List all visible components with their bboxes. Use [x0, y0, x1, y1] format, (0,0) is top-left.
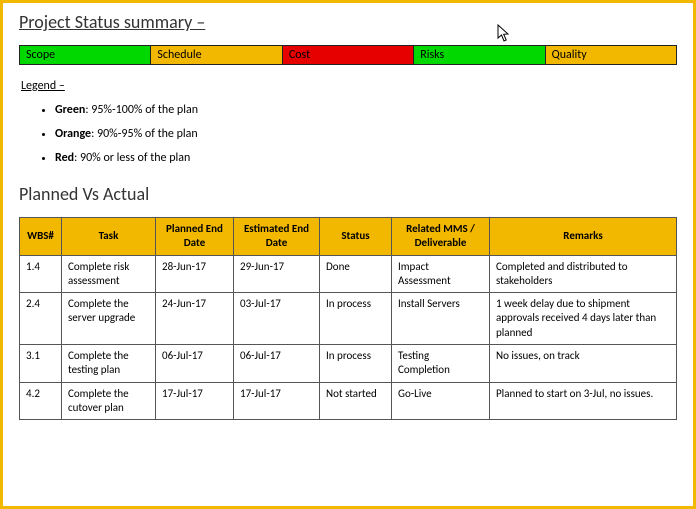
cell-status: In process	[320, 345, 392, 383]
status-bar: ScopeScheduleCostRisksQuality	[19, 45, 677, 65]
cell-task: Complete the cutover plan	[62, 382, 156, 420]
cell-planned: 28-Jun-17	[156, 255, 234, 293]
cell-mms: Go-Live	[392, 382, 490, 420]
planned-vs-actual-table: WBS#TaskPlanned End DateEstimated End Da…	[19, 217, 677, 420]
table-row: 1.4Complete risk assessment28-Jun-1729-J…	[20, 255, 677, 293]
table-row: 2.4Complete the server upgrade24-Jun-170…	[20, 293, 677, 345]
status-cell-schedule: Schedule	[151, 46, 282, 64]
table-row: 3.1Complete the testing plan06-Jul-1706-…	[20, 345, 677, 383]
cell-mms: Testing Completion	[392, 345, 490, 383]
cell-estimated: 03-Jul-17	[234, 293, 320, 345]
table-header: Remarks	[490, 218, 677, 256]
cell-planned: 06-Jul-17	[156, 345, 234, 383]
cell-wbs: 1.4	[20, 255, 62, 293]
cell-remarks: 1 week delay due to shipment approvals r…	[490, 293, 677, 345]
table-row: 4.2Complete the cutover plan17-Jul-1717-…	[20, 382, 677, 420]
cell-estimated: 29-Jun-17	[234, 255, 320, 293]
table-header: WBS#	[20, 218, 62, 256]
table-header: Related MMS / Deliverable	[392, 218, 490, 256]
cell-remarks: Completed and distributed to stakeholder…	[490, 255, 677, 293]
status-cell-quality: Quality	[546, 46, 676, 64]
cell-wbs: 2.4	[20, 293, 62, 345]
cell-estimated: 17-Jul-17	[234, 382, 320, 420]
cell-status: Not started	[320, 382, 392, 420]
planned-vs-actual-title: Planned Vs Actual	[19, 183, 677, 205]
cell-task: Complete the testing plan	[62, 345, 156, 383]
legend-list: Green: 95%-100% of the plan Orange: 90%-9…	[19, 103, 677, 165]
table-header: Task	[62, 218, 156, 256]
table-header: Status	[320, 218, 392, 256]
status-cell-scope: Scope	[20, 46, 151, 64]
cell-task: Complete the server upgrade	[62, 293, 156, 345]
cell-status: Done	[320, 255, 392, 293]
legend-item: Green: 95%-100% of the plan	[55, 103, 677, 117]
table-header-row: WBS#TaskPlanned End DateEstimated End Da…	[20, 218, 677, 256]
status-cell-risks: Risks	[414, 46, 545, 64]
legend-item: Orange: 90%-95% of the plan	[55, 127, 677, 141]
table-header: Estimated End Date	[234, 218, 320, 256]
cell-task: Complete risk assessment	[62, 255, 156, 293]
cell-planned: 17-Jul-17	[156, 382, 234, 420]
cell-status: In process	[320, 293, 392, 345]
legend-item: Red: 90% or less of the plan	[55, 151, 677, 165]
cell-remarks: Planned to start on 3-Jul, no issues.	[490, 382, 677, 420]
cell-mms: Impact Assessment	[392, 255, 490, 293]
cell-mms: Install Servers	[392, 293, 490, 345]
cell-wbs: 3.1	[20, 345, 62, 383]
status-cell-cost: Cost	[283, 46, 414, 64]
legend-title: Legend –	[21, 79, 677, 93]
document-page: Project Status summary – ScopeScheduleCo…	[0, 0, 696, 509]
cell-estimated: 06-Jul-17	[234, 345, 320, 383]
cell-remarks: No issues, on track	[490, 345, 677, 383]
cell-planned: 24-Jun-17	[156, 293, 234, 345]
cell-wbs: 4.2	[20, 382, 62, 420]
table-header: Planned End Date	[156, 218, 234, 256]
page-title: Project Status summary –	[19, 11, 677, 33]
